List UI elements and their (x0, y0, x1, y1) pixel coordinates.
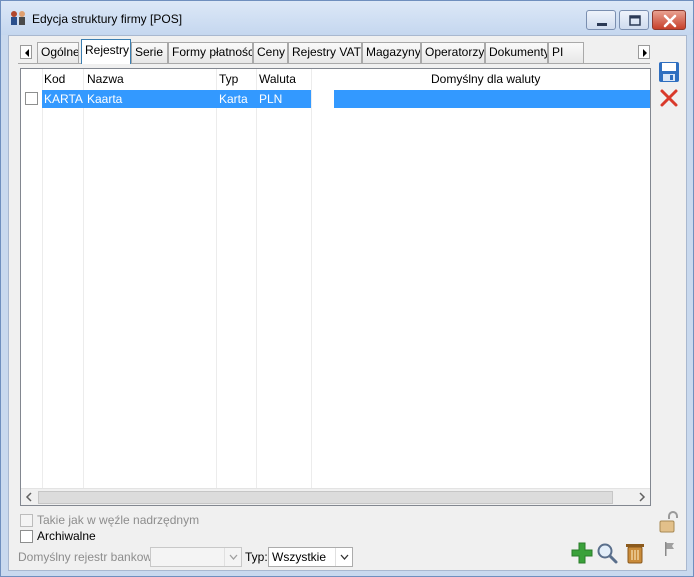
tab-scroll-right[interactable] (638, 45, 650, 59)
column-divider (311, 69, 312, 489)
chevron-down-icon (229, 554, 238, 560)
company-structure-icon (11, 11, 25, 25)
tab-scroll-left[interactable] (20, 45, 32, 59)
add-icon[interactable] (570, 541, 594, 565)
takie-jak-label: Takie jak w węźle nadrzędnym (37, 513, 200, 527)
row-checkbox[interactable] (25, 92, 38, 105)
chevron-down-icon (340, 554, 349, 560)
save-icon[interactable] (657, 60, 681, 84)
column-divider (83, 69, 84, 489)
maximize-button[interactable] (619, 10, 649, 30)
archiwalne-checkbox[interactable] (20, 530, 33, 543)
default-bank-register-select[interactable] (150, 547, 242, 567)
tab-label: Formy płatności (172, 45, 253, 59)
tab-ceny[interactable]: Ceny (253, 42, 288, 63)
registers-grid[interactable]: Kod Nazwa Typ Waluta Domyślny dla waluty… (20, 68, 651, 506)
column-header-domyslny[interactable]: Domyślny dla waluty (431, 69, 540, 89)
tab-label: PI (552, 45, 564, 59)
window: Edycja struktury firmy [POS] Ogólne Reje… (0, 0, 694, 577)
minimize-button[interactable] (586, 10, 616, 30)
takie-jak-checkbox[interactable] (20, 514, 33, 527)
dropdown-button[interactable] (335, 548, 352, 566)
tab-rejestry[interactable]: Rejestry (81, 39, 131, 64)
scroll-right-icon[interactable] (638, 492, 646, 502)
maximize-icon (629, 15, 641, 26)
cell-nazwa: Kaarta (87, 92, 123, 106)
triangle-right-icon (643, 49, 647, 57)
default-bank-register-label: Domyślny rejestr bankowy: (18, 550, 162, 564)
row-default-cell[interactable] (334, 90, 650, 108)
column-divider (256, 69, 257, 489)
tab-rejestry-vat[interactable]: Rejestry VAT (288, 42, 362, 63)
column-header-waluta[interactable]: Waluta (259, 69, 296, 89)
tab-magazyny[interactable]: Magazyny (362, 42, 421, 63)
tab-formy-platnosci[interactable]: Formy płatności (168, 42, 253, 63)
tab-pi[interactable]: PI (548, 42, 584, 63)
column-header-nazwa[interactable]: Nazwa (87, 69, 124, 89)
tab-operatorzy[interactable]: Operatorzy (421, 42, 485, 63)
archiwalne-label: Archiwalne (37, 529, 96, 543)
column-divider (216, 69, 217, 489)
dialog-body: Ogólne Rejestry Serie Formy płatności Ce… (8, 35, 687, 571)
column-divider (42, 69, 43, 489)
minimize-icon (597, 23, 607, 26)
tab-label: Ceny (257, 45, 286, 59)
tab-label: Ogólne (41, 45, 79, 59)
typ-label: Typ: (245, 550, 268, 564)
close-icon (663, 14, 677, 28)
tab-label: Magazyny (366, 45, 421, 59)
close-button[interactable] (652, 10, 686, 30)
cell-waluta: PLN (259, 92, 283, 106)
tab-label: Rejestry VAT (292, 45, 361, 59)
select-value: Wszystkie (272, 550, 326, 564)
tab-label: Dokumenty (489, 45, 548, 59)
triangle-left-icon (25, 49, 29, 57)
title-bar[interactable]: Edycja struktury firmy [POS] (1, 1, 693, 35)
tab-dokumenty[interactable]: Dokumenty (485, 42, 548, 63)
tab-label: Serie (135, 45, 164, 59)
padlock-icon[interactable] (657, 511, 681, 535)
tab-ogolne[interactable]: Ogólne (37, 42, 79, 63)
column-header-typ[interactable]: Typ (219, 69, 238, 89)
scrollbar-thumb[interactable] (38, 491, 613, 504)
typ-select[interactable]: Wszystkie (268, 547, 353, 567)
tab-label: Operatorzy (425, 45, 485, 59)
cell-kod: KARTA (44, 92, 83, 106)
search-icon[interactable] (595, 541, 619, 565)
dropdown-button[interactable] (224, 548, 241, 566)
cancel-icon[interactable] (657, 86, 681, 110)
horizontal-scrollbar[interactable] (21, 488, 650, 505)
scroll-left-icon[interactable] (25, 492, 33, 502)
delete-icon[interactable] (623, 541, 647, 565)
window-title: Edycja struktury firmy [POS] (32, 12, 183, 26)
tab-serie[interactable]: Serie (131, 42, 168, 63)
column-header-kod[interactable]: Kod (44, 69, 65, 89)
tab-label: Rejestry (85, 43, 130, 57)
flag-icon[interactable] (657, 537, 681, 561)
cell-typ: Karta (219, 92, 248, 106)
